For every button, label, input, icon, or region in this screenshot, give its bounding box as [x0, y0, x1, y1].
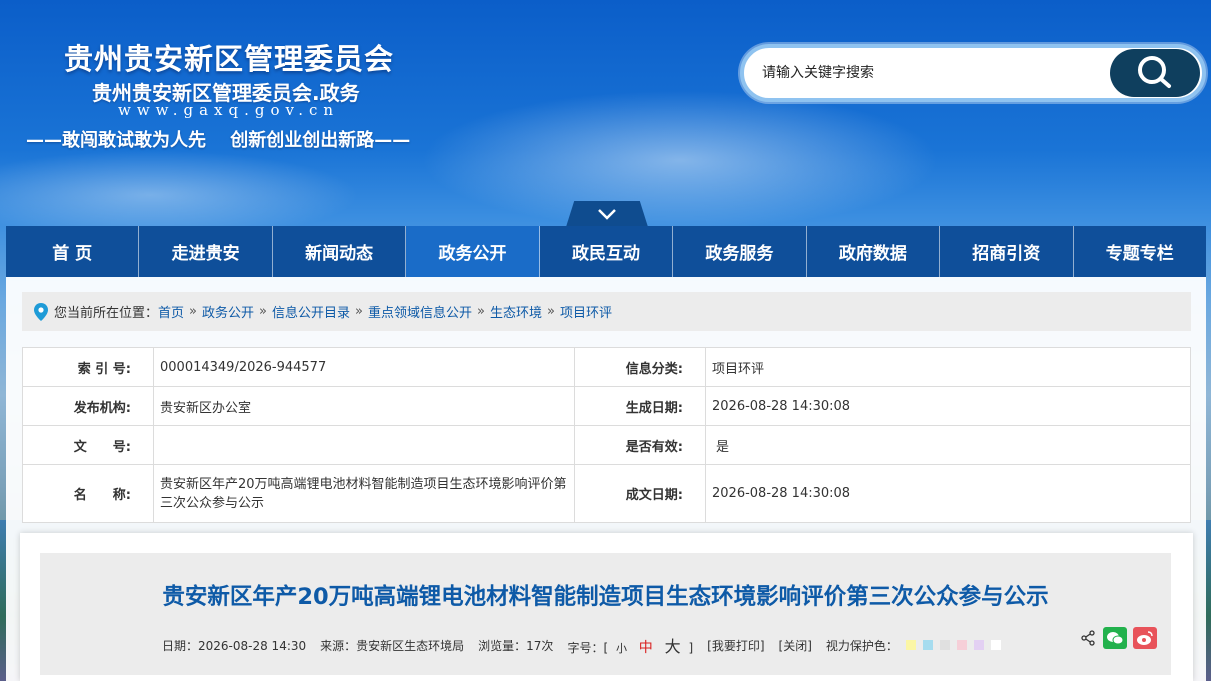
eye-color-swatch[interactable]: [973, 640, 984, 650]
nav-item-investment[interactable]: 招商引资: [940, 226, 1074, 277]
print-link[interactable]: [我要打印]: [707, 637, 764, 654]
eye-color-swatch[interactable]: [905, 640, 916, 650]
breadcrumb-item-gov-affairs[interactable]: 政务公开: [202, 302, 254, 321]
table-row: 索 引 号: 000014349/2026-944577 信息分类: 项目环评: [22, 347, 1191, 387]
org-label: 发布机构:: [22, 386, 154, 426]
breadcrumb-item-ecology[interactable]: 生态环境: [490, 302, 542, 321]
wechat-icon[interactable]: [1103, 627, 1127, 649]
chevron-down-icon: [598, 209, 616, 220]
eye-color-swatch[interactable]: [956, 640, 967, 650]
font-size-control: 字号：[ 小 中 大 ]: [567, 633, 693, 657]
table-row: 发布机构: 贵安新区办公室 生成日期: 2026-08-28 14:30:08: [22, 386, 1191, 426]
finished-date-value: 2026-08-28 14:30:08: [705, 464, 1191, 523]
eye-color-swatch[interactable]: [922, 640, 933, 650]
breadcrumb-separator: »: [355, 304, 363, 319]
breadcrumb-separator: »: [189, 304, 197, 319]
search-button[interactable]: [1110, 49, 1200, 97]
article-title: 贵安新区年产20万吨高端锂电池材料智能制造项目生态环境影响评价第三次公众参与公示: [162, 584, 1049, 610]
nav-item-interaction[interactable]: 政民互动: [540, 226, 674, 277]
eye-color-swatch[interactable]: [990, 640, 1001, 650]
close-link[interactable]: [关闭]: [779, 637, 812, 654]
font-size-end: ]: [688, 641, 694, 655]
nav-item-news[interactable]: 新闻动态: [273, 226, 407, 277]
article-info-row: 日期：2026-08-28 14:30 来源：贵安新区生态环境局 浏览量：17次…: [162, 633, 1008, 657]
nav-item-topics[interactable]: 专题专栏: [1074, 226, 1206, 277]
breadcrumb-separator: »: [546, 304, 555, 319]
index-label: 索 引 号:: [22, 347, 154, 387]
font-size-label: 字号：[: [567, 641, 609, 655]
valid-value: 是: [705, 425, 1191, 465]
category-value: 项目环评: [705, 347, 1191, 387]
doc-number-label: 文 号:: [22, 425, 154, 465]
article-header: 贵安新区年产20万吨高端锂电池材料智能制造项目生态环境影响评价第三次公众参与公示…: [40, 553, 1171, 675]
name-value: 贵安新区年产20万吨高端锂电池材料智能制造项目生态环境影响评价第三次公众参与公示: [153, 464, 575, 523]
article-date: 日期：2026-08-28 14:30: [162, 638, 307, 653]
weibo-icon[interactable]: [1133, 627, 1157, 649]
search-input[interactable]: [762, 60, 1102, 86]
name-label: 名 称:: [22, 464, 154, 523]
org-value: 贵安新区办公室: [153, 386, 575, 426]
breadcrumb-separator: »: [476, 304, 485, 319]
site-url: www.gaxq.gov.cn: [118, 101, 340, 119]
main-nav: 首 页 走进贵安 新闻动态 政务公开 政民互动 政务服务 政府数据 招商引资 专…: [6, 226, 1206, 277]
nav-item-services[interactable]: 政务服务: [673, 226, 807, 277]
info-meta-table: 索 引 号: 000014349/2026-944577 信息分类: 项目环评 …: [22, 347, 1191, 523]
table-row: 名 称: 贵安新区年产20万吨高端锂电池材料智能制造项目生态环境影响评价第三次公…: [22, 464, 1191, 523]
table-row: 文 号: 是否有效: 是: [22, 425, 1191, 465]
share-row: [1079, 627, 1157, 649]
created-date-label: 生成日期:: [574, 386, 706, 426]
font-size-medium[interactable]: 中: [639, 640, 653, 656]
search-box: [740, 44, 1206, 102]
breadcrumb-prefix: 您当前所在位置：: [54, 306, 159, 321]
site-title: 贵州贵安新区管理委员会: [64, 42, 395, 76]
article-views: 浏览量：17次: [478, 638, 554, 653]
finished-date-label: 成文日期:: [574, 464, 706, 523]
nav-item-home[interactable]: 首 页: [6, 226, 140, 277]
doc-number-value: [153, 425, 575, 465]
content-panel: 您当前所在位置： 首页 » 政务公开 » 信息公开目录 » 重点领域信息公开 »…: [6, 277, 1206, 681]
location-pin-icon: [34, 302, 48, 321]
nav-item-data[interactable]: 政府数据: [807, 226, 941, 277]
site-slogan: ——敢闯敢试敢为人先 创新创业创出新路——: [26, 130, 411, 151]
created-date-value: 2026-08-28 14:30:08: [705, 386, 1191, 426]
font-size-small[interactable]: 小: [616, 642, 627, 655]
nav-item-about[interactable]: 走进贵安: [139, 226, 273, 277]
article-card: 贵安新区年产20万吨高端锂电池材料智能制造项目生态环境影响评价第三次公众参与公示…: [20, 533, 1193, 681]
nav-item-gov-affairs[interactable]: 政务公开: [406, 226, 540, 277]
breadcrumb-separator: »: [259, 304, 267, 319]
eye-color-swatch[interactable]: [939, 640, 950, 650]
valid-label: 是否有效:: [574, 425, 706, 465]
breadcrumb-item-eia[interactable]: 项目环评: [560, 302, 612, 321]
share-icon[interactable]: [1079, 629, 1097, 647]
breadcrumb-item-key-areas[interactable]: 重点领域信息公开: [368, 302, 472, 321]
article-source: 来源：贵安新区生态环境局: [320, 638, 465, 653]
breadcrumb: 您当前所在位置： 首页 » 政务公开 » 信息公开目录 » 重点领域信息公开 »…: [22, 292, 1191, 331]
index-value: 000014349/2026-944577: [153, 347, 575, 387]
category-label: 信息分类:: [574, 347, 706, 387]
font-size-large[interactable]: 大: [665, 637, 681, 656]
breadcrumb-item-home[interactable]: 首页: [158, 302, 184, 321]
eye-protect-label: 视力保护色：: [825, 638, 898, 653]
nav-toggle[interactable]: [566, 201, 648, 227]
breadcrumb-item-catalog[interactable]: 信息公开目录: [272, 302, 350, 321]
background-cloud: [420, 90, 940, 230]
search-icon: [1138, 56, 1171, 88]
